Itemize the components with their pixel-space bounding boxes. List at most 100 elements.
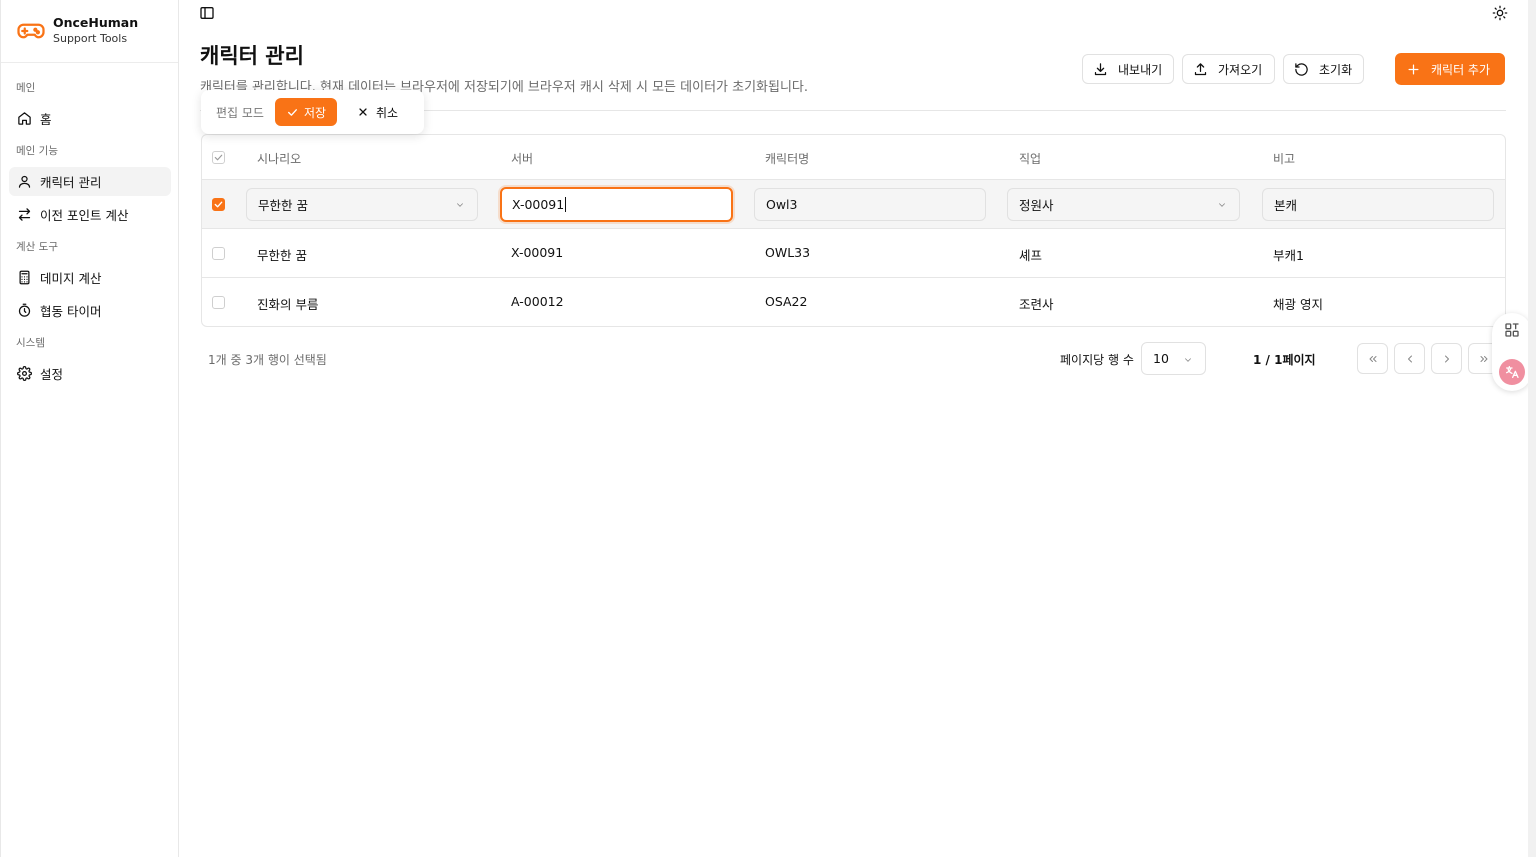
scenario-select[interactable]: 무한한 꿈 — [246, 188, 478, 221]
floating-toolbar — [1492, 313, 1532, 391]
rows-per-page-label: 페이지당 행 수 — [1060, 353, 1134, 367]
name-input-value: Owl3 — [766, 197, 798, 212]
table-row[interactable]: 무한한 꿈 X-00091 OWL33 셰프 부캐1 — [202, 229, 1505, 278]
nav-group-system: 시스템 — [16, 337, 45, 349]
close-icon — [359, 108, 367, 116]
sidebar-item-damage-calc[interactable]: 데미지 계산 — [9, 263, 171, 292]
reset-label: 초기화 — [1319, 62, 1353, 77]
cell-note: 채광 영지 — [1273, 297, 1323, 312]
cell-server: X-00091 — [511, 245, 564, 260]
rows-per-page-select[interactable]: 10 — [1141, 342, 1206, 375]
timer-icon — [18, 303, 31, 317]
chevron-right-icon — [1444, 355, 1449, 362]
brand-header[interactable]: OnceHuman Support Tools — [1, 0, 178, 63]
sidebar-item-label: 홈 — [40, 112, 52, 127]
cell-job: 조련사 — [1019, 297, 1054, 312]
row-checkbox[interactable] — [212, 296, 225, 309]
chevrons-right-icon — [1480, 355, 1487, 362]
first-page-button[interactable] — [1357, 343, 1388, 374]
column-header-job[interactable]: 직업 — [1019, 150, 1041, 167]
scenario-select-value: 무한한 꿈 — [258, 198, 308, 213]
save-label: 저장 — [303, 105, 327, 120]
row-checkbox[interactable] — [212, 247, 225, 260]
page-title: 캐릭터 관리 — [200, 44, 304, 68]
sidebar: OnceHuman Support Tools 메인 홈 메인 기능 캐릭터 관… — [0, 0, 179, 857]
cell-name: OWL33 — [765, 245, 811, 260]
column-header-server[interactable]: 서버 — [511, 150, 533, 167]
check-icon — [214, 201, 223, 208]
export-button[interactable]: 내보내기 — [1082, 54, 1174, 84]
chevron-down-icon — [1219, 203, 1225, 207]
edit-mode-popover: 편집 모드 저장 취소 — [201, 90, 424, 134]
column-header-note[interactable]: 비고 — [1273, 150, 1295, 167]
character-table: 시나리오 서버 캐릭터명 직업 비고 무한한 꿈 X-00091 Owl3 정원… — [201, 134, 1506, 327]
sidebar-item-transfer-points[interactable]: 이전 포인트 계산 — [9, 200, 171, 229]
column-header-name[interactable]: 캐릭터명 — [765, 150, 809, 167]
sidebar-item-label: 협동 타이머 — [40, 304, 102, 319]
plus-icon — [1408, 64, 1419, 74]
sidebar-item-settings[interactable]: 설정 — [9, 359, 171, 388]
reset-button[interactable]: 초기화 — [1283, 54, 1364, 84]
brand-name: OnceHuman — [53, 15, 139, 30]
cancel-label: 취소 — [375, 105, 399, 120]
sidebar-toggle-icon[interactable] — [199, 5, 215, 21]
table-header-row: 시나리오 서버 캐릭터명 직업 비고 — [202, 135, 1505, 180]
brand-subtitle: Support Tools — [53, 32, 128, 45]
import-button[interactable]: 가져오기 — [1182, 54, 1275, 84]
add-character-label: 캐릭터 추가 — [1431, 62, 1491, 77]
gear-icon — [17, 366, 32, 381]
nav-group-calc: 계산 도구 — [16, 241, 58, 253]
sidebar-item-label: 이전 포인트 계산 — [40, 208, 129, 223]
sidebar-item-home[interactable]: 홈 — [9, 104, 171, 133]
add-character-button[interactable]: 캐릭터 추가 — [1395, 53, 1505, 85]
arrows-icon — [18, 208, 31, 221]
previous-page-button[interactable] — [1394, 343, 1425, 374]
nav-group-features: 메인 기능 — [16, 145, 58, 157]
page-scrollbar[interactable] — [1528, 0, 1536, 857]
save-button[interactable]: 저장 — [274, 98, 337, 126]
cell-note: 부캐1 — [1273, 248, 1304, 263]
rows-per-page-value: 10 — [1153, 351, 1169, 366]
server-input-value: X-00091 — [512, 197, 565, 212]
cell-name: OSA22 — [765, 294, 808, 309]
select-all-checkbox[interactable] — [212, 151, 225, 164]
column-header-scenario[interactable]: 시나리오 — [257, 150, 301, 167]
translate-icon[interactable] — [1499, 359, 1525, 385]
chevron-left-icon — [1407, 355, 1412, 362]
calculator-icon — [19, 270, 30, 285]
server-input[interactable]: X-00091 — [500, 187, 733, 222]
note-input[interactable]: 본캐 — [1262, 188, 1494, 221]
sidebar-item-characters[interactable]: 캐릭터 관리 — [9, 167, 171, 196]
user-icon — [18, 175, 31, 188]
home-icon — [18, 112, 31, 125]
cell-server: A-00012 — [511, 294, 564, 309]
check-icon — [214, 154, 223, 161]
gamepad-icon — [17, 23, 45, 39]
main-content: 캐릭터 관리 캐릭터를 관리합니다. 현재 데이터는 브라우저에 저장되기에 브… — [179, 0, 1536, 857]
job-select-value: 정원사 — [1019, 198, 1054, 213]
upload-icon — [1194, 62, 1207, 75]
job-select[interactable]: 정원사 — [1007, 188, 1240, 221]
chevron-down-icon — [457, 203, 463, 207]
sidebar-item-label: 설정 — [40, 367, 64, 382]
selection-status: 1개 중 3개 행이 선택됨 — [208, 353, 327, 367]
cell-scenario: 무한한 꿈 — [257, 248, 307, 263]
cancel-button[interactable]: 취소 — [357, 104, 398, 121]
chevrons-left-icon — [1369, 355, 1376, 362]
sidebar-item-label: 캐릭터 관리 — [40, 175, 102, 190]
next-page-button[interactable] — [1431, 343, 1462, 374]
nav-group-main: 메인 — [16, 82, 36, 94]
qr-scan-icon[interactable] — [1504, 322, 1520, 338]
cell-job: 셰프 — [1019, 248, 1043, 263]
sidebar-item-coop-timer[interactable]: 협동 타이머 — [9, 296, 171, 325]
row-checkbox[interactable] — [212, 198, 225, 211]
chevron-down-icon — [1185, 358, 1191, 362]
sidebar-item-label: 데미지 계산 — [40, 271, 102, 286]
table-row-editing: 무한한 꿈 X-00091 Owl3 정원사 본캐 — [202, 180, 1505, 229]
cell-scenario: 진화의 부름 — [257, 297, 319, 312]
reset-icon — [1295, 62, 1308, 76]
table-row[interactable]: 진화의 부름 A-00012 OSA22 조련사 채광 영지 — [202, 278, 1505, 326]
edit-mode-label: 편집 모드 — [216, 105, 264, 120]
name-input[interactable]: Owl3 — [754, 188, 986, 221]
sun-icon[interactable] — [1492, 5, 1508, 21]
